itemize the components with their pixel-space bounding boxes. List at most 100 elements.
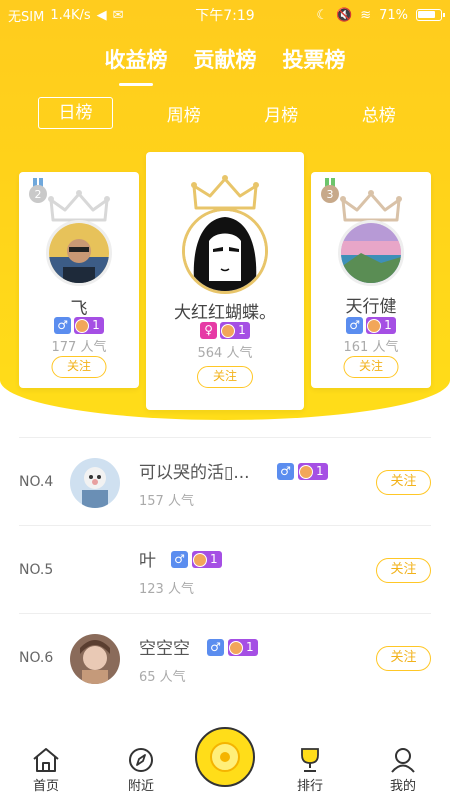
profile-icon <box>391 748 415 773</box>
user-badges: ♂ 1 <box>277 463 328 480</box>
nav-label: 首页 <box>32 779 59 794</box>
record-button[interactable] <box>195 727 255 787</box>
male-icon: ♂ <box>277 463 294 480</box>
level-badge: 1 <box>298 463 328 480</box>
battery-icon <box>416 9 445 21</box>
popularity: 564 人气 <box>197 346 253 361</box>
follow-button[interactable]: 关注 <box>343 356 399 378</box>
avatar[interactable] <box>46 220 112 286</box>
nav-home[interactable]: 首页 <box>16 747 76 794</box>
level-face-icon <box>229 640 243 655</box>
nav-ranking[interactable]: 排行 <box>280 747 340 794</box>
male-icon: ♂ <box>171 551 188 568</box>
nav-label: 排行 <box>296 779 323 794</box>
avatar[interactable] <box>338 220 404 286</box>
user-name: 飞 <box>70 299 88 319</box>
record-icon <box>210 742 240 772</box>
main-tabs: 收益榜 贡献榜 投票榜 <box>0 44 450 86</box>
popularity: 161 人气 <box>343 340 399 355</box>
follow-button[interactable]: 关注 <box>51 356 107 378</box>
podium-card-first[interactable]: 大红红蝴蝶。 ♀ 1 564 人气 关注 <box>146 152 304 410</box>
message-icon: ✉ <box>112 7 124 23</box>
rank-number: NO.4 <box>19 474 54 490</box>
male-icon: ♂ <box>346 317 364 334</box>
tab-vote[interactable]: 投票榜 <box>283 44 346 86</box>
user-badges: ♂ 1 <box>171 551 222 568</box>
follow-button[interactable]: 关注 <box>376 558 431 583</box>
level-number: 1 <box>238 323 246 337</box>
trophy-icon <box>301 748 319 772</box>
popularity: 123 人气 <box>139 582 194 597</box>
popularity: 157 人气 <box>139 494 194 509</box>
avatar[interactable] <box>70 458 120 508</box>
popularity: 177 人气 <box>51 340 107 355</box>
bronze-crown-icon <box>340 190 402 222</box>
level-badge: 1 <box>192 551 222 568</box>
avatar[interactable] <box>70 634 120 684</box>
tab-monthly[interactable]: 月榜 <box>233 101 331 126</box>
level-number: 1 <box>384 318 392 332</box>
user-name: 大红红蝴蝶。 <box>174 303 276 323</box>
silver-crown-icon <box>48 190 110 222</box>
popularity: 65 人气 <box>139 670 186 685</box>
user-name: 叶 <box>139 551 156 571</box>
nav-label: 我的 <box>389 779 416 794</box>
network-speed: 1.4K/s <box>50 7 91 23</box>
nav-mine[interactable]: 我的 <box>373 747 433 794</box>
tab-income[interactable]: 收益榜 <box>105 44 168 86</box>
user-name: 天行健 <box>345 297 397 317</box>
moon-icon: ☾ <box>316 7 328 23</box>
user-name: 空空空 <box>139 639 190 659</box>
level-face-icon <box>299 464 313 479</box>
list-item[interactable]: NO.5 叶 ♂ 1 123 人气 关注 <box>19 525 431 613</box>
nav-label: 附近 <box>127 779 154 794</box>
compass-icon <box>129 748 153 772</box>
level-face-icon <box>193 552 207 567</box>
app-root: 无SIM 1.4K/s ◀ ✉ 下午7:19 ☾ 🔇 ≋ 71% 收益榜 贡献榜… <box>0 0 450 800</box>
level-face-icon <box>367 318 382 333</box>
rank-badge-number: 3 <box>327 188 334 201</box>
user-badges: ♂ 1 <box>207 639 258 656</box>
gold-crown-icon <box>191 175 259 210</box>
level-badge: 1 <box>74 317 104 334</box>
period-tabs: 日榜 周榜 月榜 总榜 <box>38 96 428 130</box>
male-icon: ♂ <box>54 317 72 334</box>
list-item[interactable]: NO.6 空空空 ♂ 1 65 人气 关注 <box>19 613 431 701</box>
tab-contribution[interactable]: 贡献榜 <box>194 44 257 86</box>
level-number: 1 <box>316 464 324 478</box>
ranking-list: NO.4 可以哭的活▯... ♂ 1 157 人气 关注 NO.5 叶 ♂ 1 … <box>19 437 431 701</box>
home-icon <box>33 748 59 772</box>
female-icon: ♀ <box>200 322 218 339</box>
mute-icon: 🔇 <box>336 7 353 23</box>
tab-weekly[interactable]: 周榜 <box>135 101 233 126</box>
nav-nearby[interactable]: 附近 <box>111 747 171 794</box>
level-number: 1 <box>210 552 218 566</box>
level-badge: 1 <box>220 322 250 339</box>
level-badge: 1 <box>228 639 258 656</box>
user-badges: ♂ 1 <box>19 317 139 334</box>
male-icon: ♂ <box>207 639 224 656</box>
avatar[interactable] <box>182 208 268 294</box>
level-face-icon <box>75 318 90 333</box>
podium-card-second[interactable]: 2 飞 ♂ 1 177 人气 关注 <box>19 172 139 388</box>
follow-button[interactable]: 关注 <box>376 470 431 495</box>
follow-button[interactable]: 关注 <box>376 646 431 671</box>
battery-percent: 71% <box>379 7 408 23</box>
podium-card-third[interactable]: 3 天行健 ♂ 1 161 人气 关注 <box>311 172 431 388</box>
rank-number: NO.5 <box>19 562 54 578</box>
rank-badge-number: 2 <box>35 188 42 201</box>
level-number: 1 <box>246 640 254 654</box>
rank-number: NO.6 <box>19 650 54 666</box>
tab-total[interactable]: 总榜 <box>330 101 428 126</box>
tab-daily[interactable]: 日榜 <box>38 97 113 129</box>
wifi-icon: ≋ <box>360 7 372 23</box>
list-item[interactable]: NO.4 可以哭的活▯... ♂ 1 157 人气 关注 <box>19 437 431 525</box>
volume-icon: ◀ <box>96 7 107 23</box>
user-badges: ♂ 1 <box>311 317 431 334</box>
silver-medal-icon: 2 <box>29 178 47 203</box>
follow-button[interactable]: 关注 <box>197 366 253 388</box>
status-bar: 无SIM 1.4K/s ◀ ✉ 下午7:19 ☾ 🔇 ≋ 71% <box>0 0 450 30</box>
level-badge: 1 <box>366 317 396 334</box>
level-number: 1 <box>92 318 100 332</box>
user-badges: ♀ 1 <box>146 322 304 339</box>
